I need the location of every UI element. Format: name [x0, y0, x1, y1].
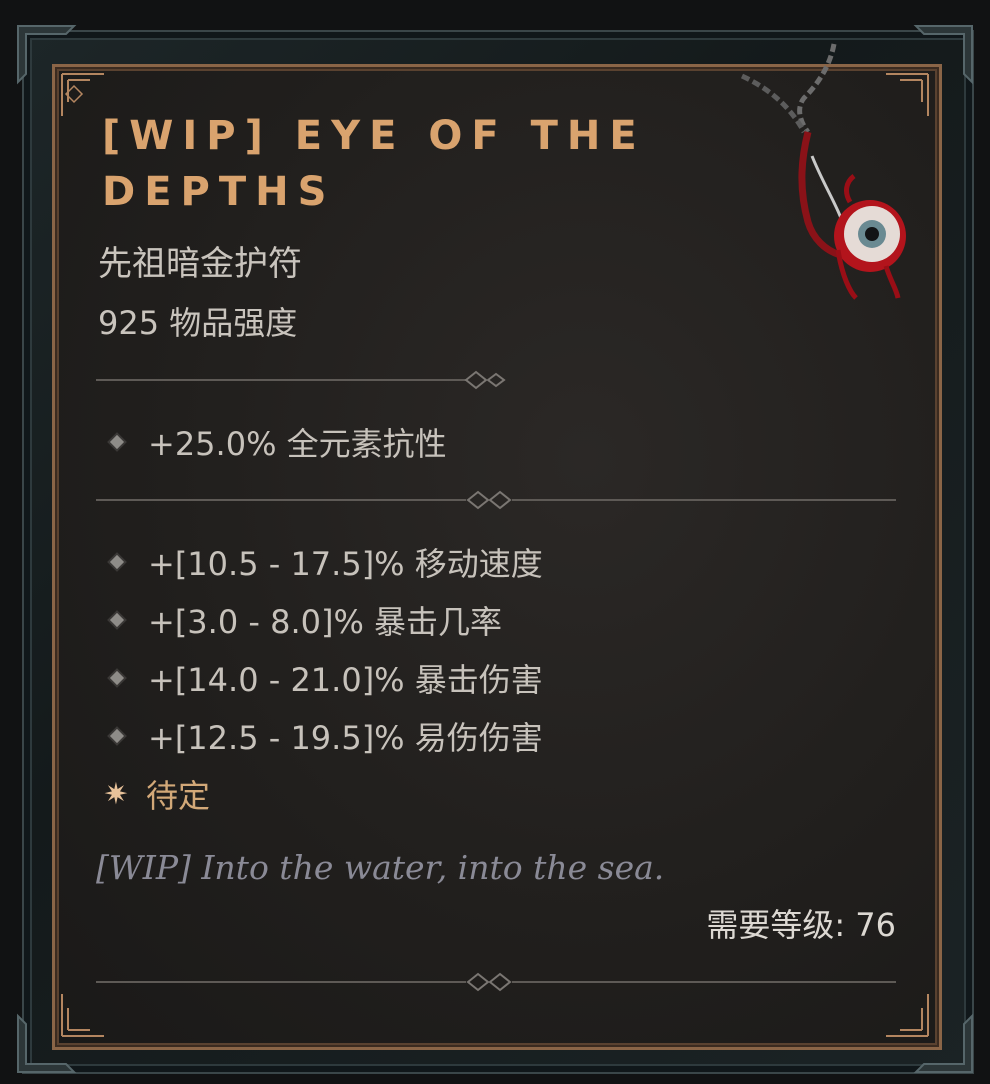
diamond-bullet-icon — [109, 612, 125, 628]
diamond-bullet-icon — [109, 670, 125, 686]
item-name: [WIP] Eye of the Depths — [102, 113, 646, 215]
affix-text: +25.0% 全元素抗性 — [148, 425, 447, 463]
flavor-text: [WIP] Into the water, into the sea. — [96, 848, 665, 887]
item-type: 先祖暗金护符 — [98, 244, 302, 284]
section-divider — [96, 370, 506, 390]
affix-line: +[3.0 - 8.0]% 暴击几率 — [100, 596, 502, 644]
unique-power-text: 待定 — [146, 777, 211, 815]
affix-text: +[10.5 - 17.5]% 移动速度 — [148, 545, 543, 583]
diamond-bullet-icon — [109, 434, 125, 450]
affix-line: +[10.5 - 17.5]% 移动速度 — [100, 538, 543, 586]
diamond-bullet-icon — [109, 554, 125, 570]
implicit-affix: +25.0% 全元素抗性 — [100, 418, 447, 466]
sparkle-star-icon: ✷ — [103, 776, 129, 812]
diamond-bullet-icon — [109, 728, 125, 744]
affix-text: +[12.5 - 19.5]% 易伤伤害 — [148, 719, 543, 757]
unique-power: ✷ 待定 — [100, 770, 210, 818]
item-power: 925 物品强度 — [98, 304, 298, 342]
eyeball-amulet-icon — [740, 43, 906, 300]
section-divider — [96, 972, 896, 992]
affix-text: +[3.0 - 8.0]% 暴击几率 — [148, 603, 503, 641]
section-divider — [96, 490, 896, 510]
affix-line: +[14.0 - 21.0]% 暴击伤害 — [100, 654, 543, 702]
affix-text: +[14.0 - 21.0]% 暴击伤害 — [148, 661, 543, 699]
required-level: 需要等级: 76 — [706, 906, 896, 944]
affix-line: +[12.5 - 19.5]% 易伤伤害 — [100, 712, 543, 760]
